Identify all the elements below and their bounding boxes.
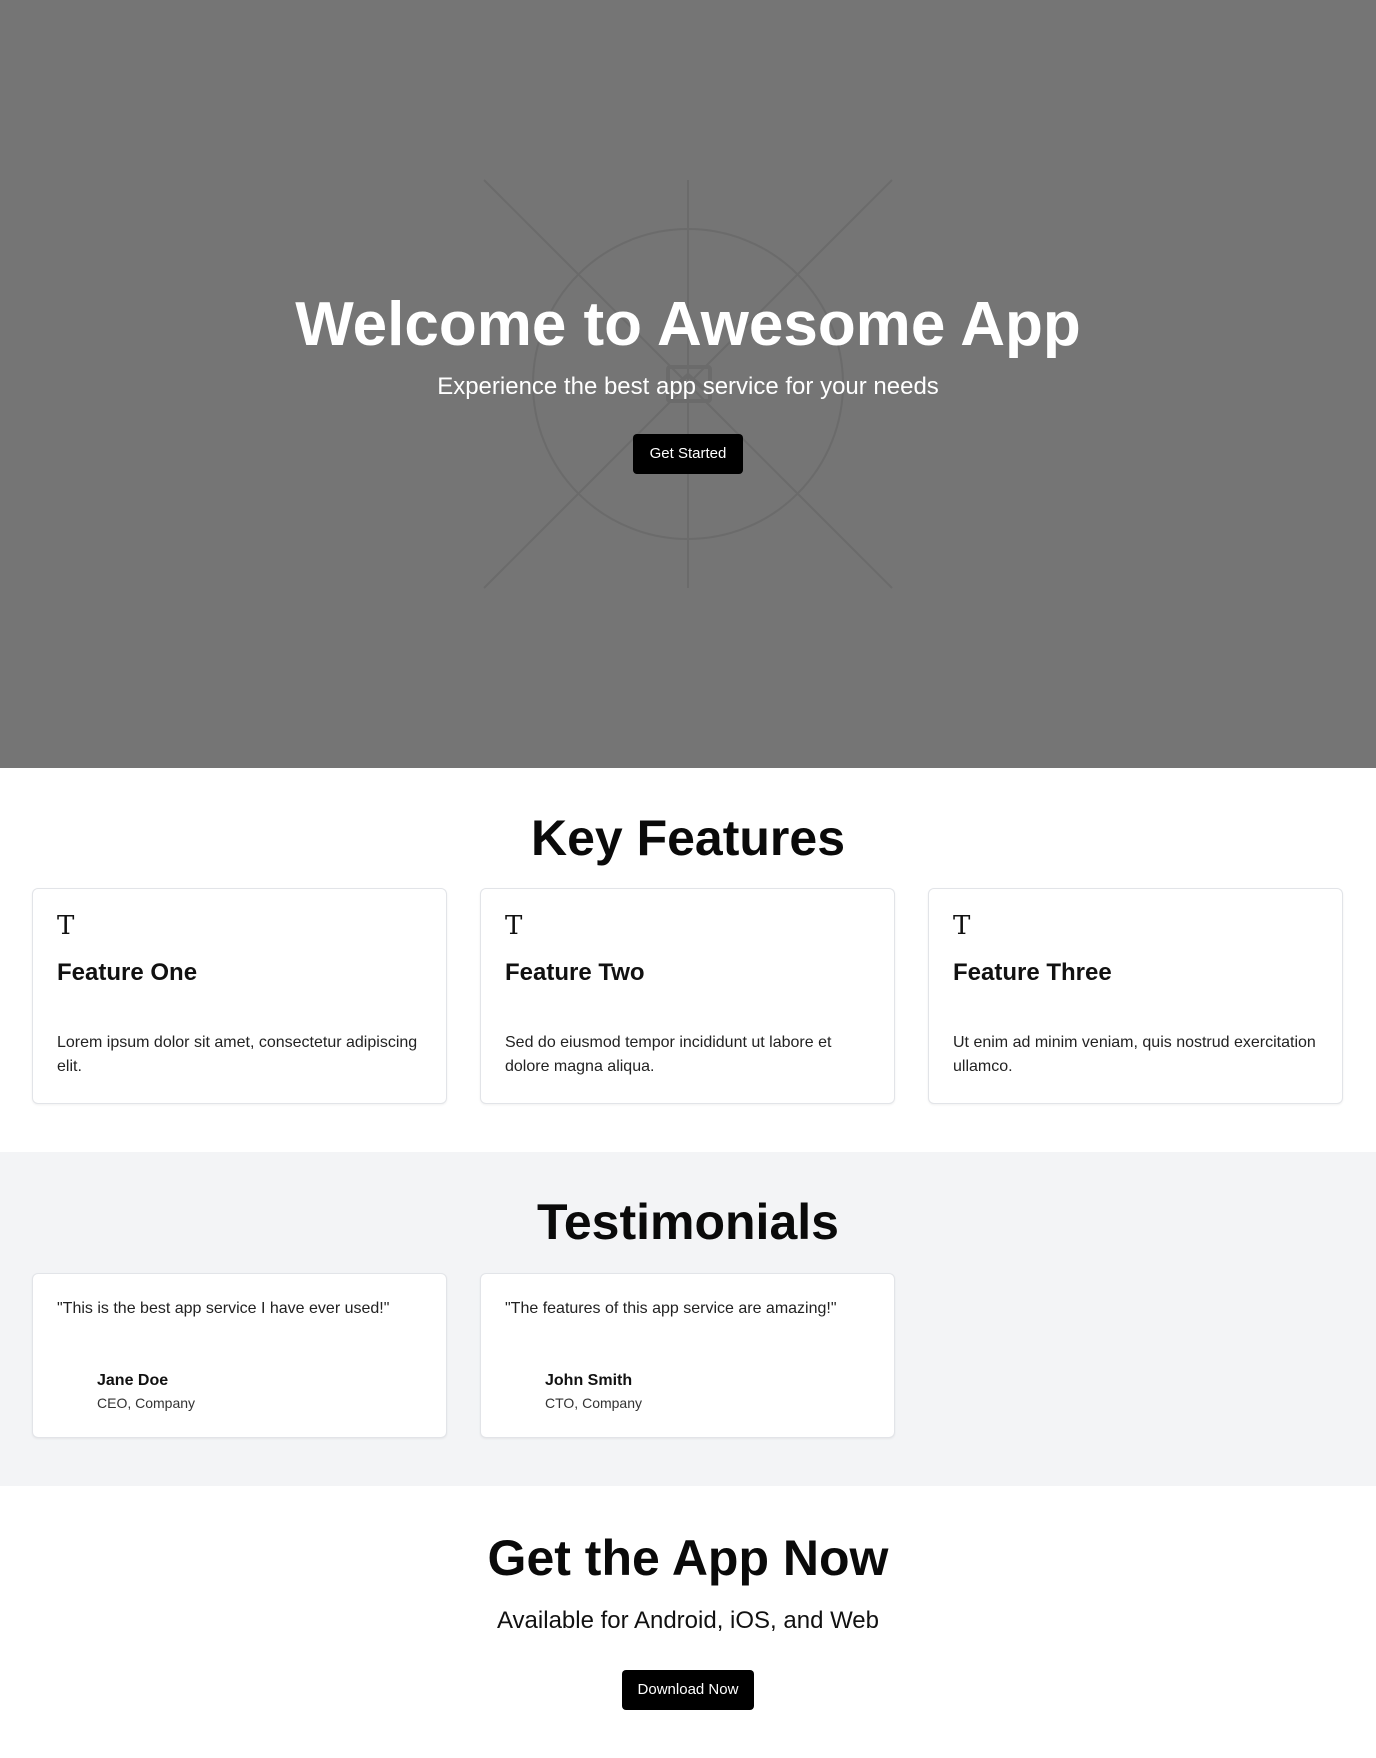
feature-title: Feature Two: [505, 959, 645, 986]
cta-heading: Get the App Now: [487, 1530, 889, 1586]
feature-description: Lorem ipsum dolor sit amet, consectetur …: [57, 1034, 418, 1075]
text-icon: T: [505, 911, 523, 941]
testimonial-author-name: Jane Doe: [97, 1372, 169, 1389]
hero-title: Welcome to Awesome App: [295, 290, 1081, 359]
get-started-button[interactable]: Get Started: [633, 434, 743, 474]
testimonials-heading: Testimonials: [537, 1194, 839, 1250]
features-heading: Key Features: [530, 810, 846, 866]
feature-title: Feature Three: [953, 959, 1112, 986]
testimonial-card: "This is the best app service I have eve…: [32, 1273, 447, 1438]
testimonial-quote: "This is the best app service I have eve…: [57, 1300, 390, 1317]
feature-card: T Feature Three Ut enim ad minim veniam,…: [928, 888, 1343, 1104]
text-icon: T: [57, 911, 75, 941]
feature-description: Sed do eiusmod tempor incididunt ut labo…: [505, 1034, 832, 1075]
hero-content: Welcome to Awesome App Experience the be…: [0, 0, 1376, 768]
testimonial-author-role: CEO, Company: [97, 1395, 196, 1411]
testimonial-quote: "The features of this app service are am…: [505, 1300, 837, 1317]
download-now-button[interactable]: Download Now: [622, 1670, 754, 1710]
feature-title: Feature One: [57, 959, 198, 986]
hero-subtitle: Experience the best app service for your…: [437, 373, 939, 400]
testimonial-card: "The features of this app service are am…: [480, 1273, 895, 1438]
feature-card: T Feature One Lorem ipsum dolor sit amet…: [32, 888, 447, 1104]
cta-subtitle: Available for Android, iOS, and Web: [496, 1607, 879, 1634]
testimonial-author-name: John Smith: [545, 1372, 633, 1389]
hero-section: Welcome to Awesome App Experience the be…: [0, 0, 1376, 768]
feature-description: Ut enim ad minim veniam, quis nostrud ex…: [953, 1034, 1316, 1075]
text-icon: T: [953, 911, 971, 941]
testimonial-author-role: CTO, Company: [545, 1395, 642, 1411]
feature-card: T Feature Two Sed do eiusmod tempor inci…: [480, 888, 895, 1104]
